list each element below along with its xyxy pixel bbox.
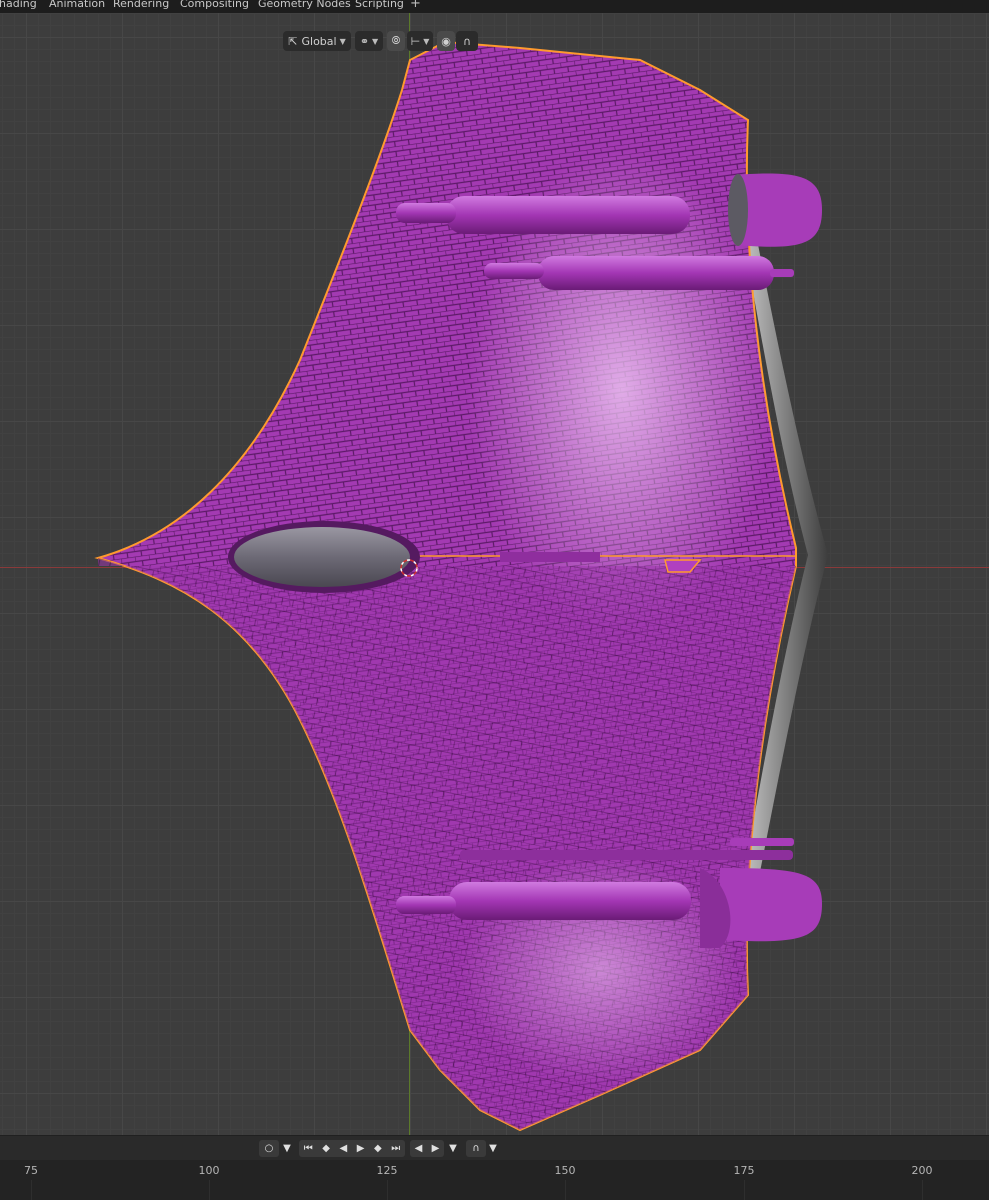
snap-toggle[interactable]: ⦾ xyxy=(387,31,405,51)
snap-target-dropdown[interactable]: ⊢ ▼ xyxy=(407,31,433,51)
center-spine xyxy=(500,552,600,562)
falloff-dropdown[interactable]: ∩ xyxy=(456,31,478,51)
ruler-label: 175 xyxy=(733,1164,755,1177)
playback-controls: ⏮ ◆ ◀ ▶ ◆ ⏭ xyxy=(299,1140,405,1157)
snap-target-icon: ⊢ xyxy=(410,34,421,48)
proportional-edit-toggle[interactable]: ◉ xyxy=(437,31,455,51)
next-keyframe-icon[interactable]: ◆ xyxy=(374,1143,382,1154)
auto-keying-toggle[interactable]: ○ xyxy=(259,1140,279,1157)
ruler-gridline xyxy=(209,1180,210,1200)
pivot-point-dropdown[interactable]: ⚭ ▼ xyxy=(355,31,383,51)
chevron-down-icon: ▼ xyxy=(283,1143,291,1154)
jump-to-start-icon[interactable]: ⏮ xyxy=(304,1143,313,1154)
canopy xyxy=(234,527,410,587)
tab-geometry-nodes[interactable]: Geometry Nodes xyxy=(258,0,351,10)
playback-dropdown[interactable]: ▼ xyxy=(446,1140,460,1157)
ruler-label: 75 xyxy=(24,1164,38,1177)
selected-mesh-object[interactable] xyxy=(0,13,989,1135)
transform-orientation-label: Global xyxy=(301,34,337,48)
chevron-down-icon: ▼ xyxy=(489,1143,497,1154)
keyframe-toggle-icon: ○ xyxy=(264,1143,274,1154)
ruler-label: 100 xyxy=(198,1164,220,1177)
timeline-playback-bar: ○ ▼ ⏮ ◆ ◀ ▶ ◆ ⏭ ◀ ▶ ▼ ∩ ▼ xyxy=(0,1135,989,1161)
tab-compositing[interactable]: Compositing xyxy=(180,0,249,10)
ruler-label: 150 xyxy=(554,1164,576,1177)
ruler-label: 200 xyxy=(911,1164,933,1177)
jump-to-end-icon[interactable]: ⏭ xyxy=(391,1143,400,1154)
ruler-label: 125 xyxy=(376,1164,398,1177)
tab-animation[interactable]: Animation xyxy=(49,0,105,10)
play-reverse-icon[interactable]: ◀ xyxy=(340,1143,348,1154)
transform-orientation-dropdown[interactable]: ⇱ Global ▼ xyxy=(283,31,351,51)
falloff-icon: ∩ xyxy=(462,34,472,48)
prev-frame-icon[interactable]: ◀ xyxy=(415,1143,423,1154)
transform-orientation-icon: ⇱ xyxy=(288,34,298,48)
auto-keying-dropdown[interactable]: ▼ xyxy=(281,1140,293,1157)
keying-icon: ∩ xyxy=(472,1143,480,1154)
tab-rendering[interactable]: Rendering xyxy=(113,0,169,10)
ruler-gridline xyxy=(922,1180,923,1200)
3d-viewport[interactable]: ⇱ Global ▼ ⚭ ▼ ⦾ ⊢ ▼ ◉ ∩ xyxy=(0,13,989,1135)
play-icon[interactable]: ▶ xyxy=(357,1143,365,1154)
add-workspace-button[interactable]: + xyxy=(410,0,421,11)
keying-button[interactable]: ∩ xyxy=(466,1140,486,1157)
timeline-ruler[interactable]: 75 100 125 150 175 200 xyxy=(0,1160,989,1200)
chevron-down-icon: ▼ xyxy=(339,36,346,46)
keying-dropdown[interactable]: ▼ xyxy=(487,1140,499,1157)
wing-highlight-lower xyxy=(98,558,796,1130)
tab-shading[interactable]: hading xyxy=(0,0,37,10)
ruler-gridline xyxy=(744,1180,745,1200)
chevron-down-icon: ▼ xyxy=(449,1143,457,1154)
workspace-tab-bar: hading Animation Rendering Compositing G… xyxy=(0,0,989,13)
ruler-gridline xyxy=(565,1180,566,1200)
chevron-down-icon: ▼ xyxy=(423,36,430,46)
chevron-down-icon: ▼ xyxy=(372,36,379,46)
snap-icon: ⦾ xyxy=(391,34,401,47)
proportional-edit-icon: ◉ xyxy=(441,34,451,48)
tab-scripting[interactable]: Scripting xyxy=(355,0,404,10)
ruler-gridline xyxy=(31,1180,32,1200)
pivot-icon: ⚭ xyxy=(359,34,370,48)
next-frame-icon[interactable]: ▶ xyxy=(432,1143,440,1154)
ruler-gridline xyxy=(387,1180,388,1200)
prev-keyframe-icon[interactable]: ◆ xyxy=(322,1143,330,1154)
frame-step-controls: ◀ ▶ xyxy=(410,1140,444,1157)
